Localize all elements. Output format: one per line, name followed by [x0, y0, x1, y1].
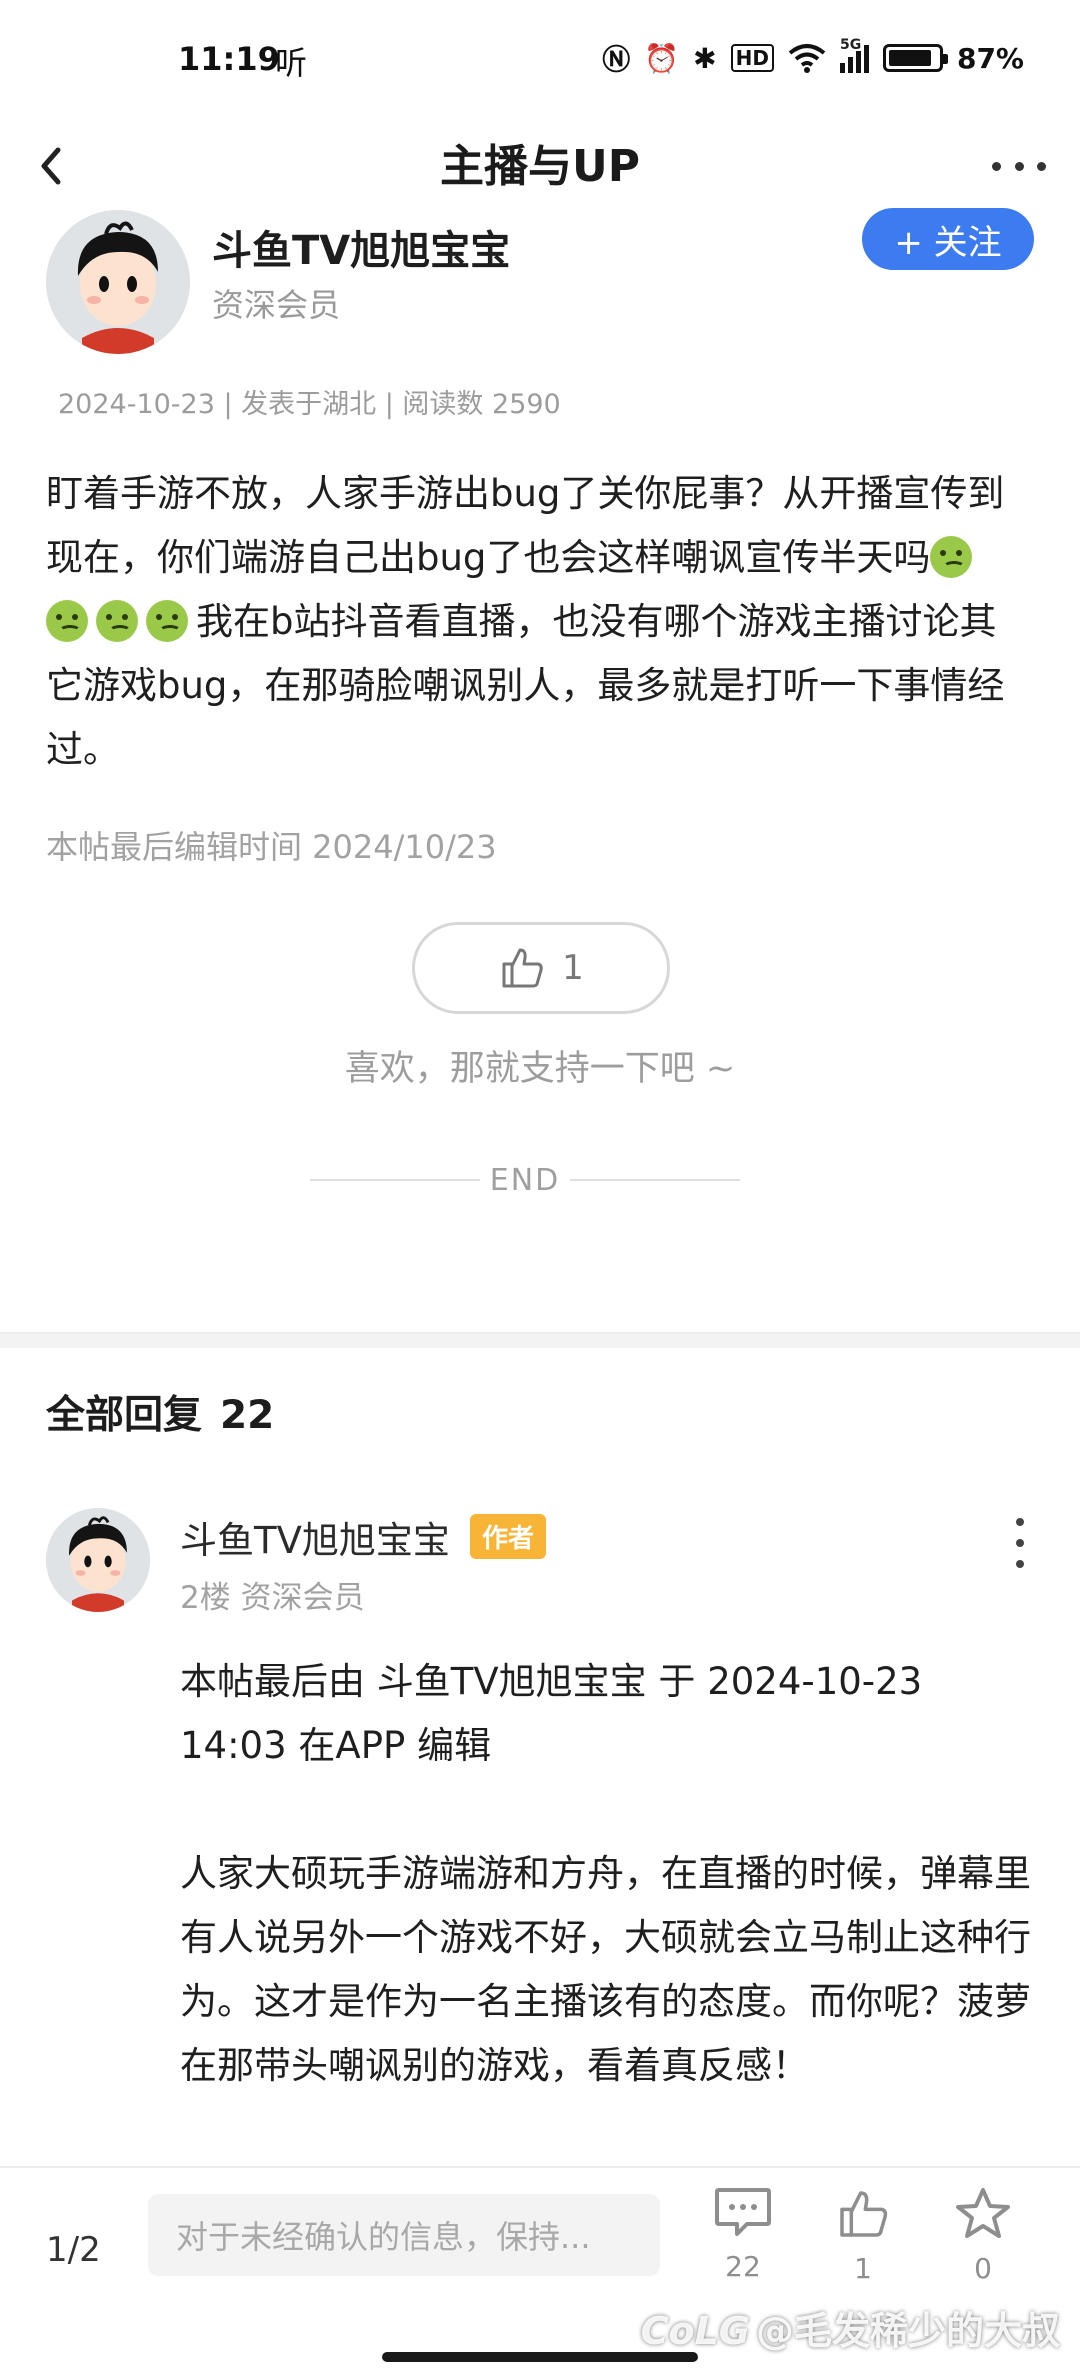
reply-input[interactable]: 对于未经确认的信息，保持...	[148, 2194, 660, 2276]
post-edit-time: 本帖最后编辑时间 2024/10/23	[46, 828, 497, 866]
wifi-icon	[788, 44, 826, 73]
sick-face-icon	[146, 600, 188, 642]
signal-icon: 5G	[839, 37, 869, 73]
dot-icon	[1016, 1560, 1024, 1568]
reply-more-button[interactable]	[1010, 1518, 1030, 1568]
divider-line	[570, 1179, 740, 1181]
like-action-count: 1	[854, 2252, 872, 2285]
cartoon-avatar-icon	[46, 1508, 150, 1612]
sick-face-icon	[930, 536, 973, 578]
battery-icon	[882, 44, 948, 72]
author-badge: 作者	[470, 1514, 547, 1559]
post-meta: 2024-10-23 | 发表于湖北 | 阅读数 2590	[58, 389, 561, 420]
author-level: 资深会员	[212, 286, 341, 324]
end-marker: END	[310, 1160, 740, 1200]
dot-icon	[1014, 161, 1024, 171]
hd-icon: HD	[730, 44, 774, 72]
battery-percent: 87%	[956, 41, 1024, 75]
reply-author-name[interactable]: 斗鱼TV旭旭宝宝	[180, 1510, 450, 1564]
thumbs-up-icon	[840, 2191, 888, 2237]
favorite-button[interactable]: 0	[943, 2186, 1023, 2285]
like-hint: 喜欢，那就支持一下吧 ~	[344, 1049, 736, 1089]
sick-face-icon	[46, 600, 88, 642]
star-icon	[956, 2188, 1010, 2238]
dot-icon	[992, 161, 1001, 171]
page-indicator[interactable]: 1/2	[46, 2230, 101, 2270]
listen-icon: 听	[275, 44, 308, 82]
post-author: 斗鱼TV旭旭宝宝 资深会员 + 关注	[0, 208, 1080, 354]
network-type: 5G	[839, 37, 862, 53]
favorite-count: 0	[974, 2252, 992, 2285]
post-text-part2: 我在b站抖音看直播，也没有哪个游戏主播讨论其它游戏bug，在那骑脸嘲讽别人，最多…	[46, 600, 1005, 771]
section-divider	[0, 1332, 1080, 1348]
comment-button[interactable]: 22	[703, 2186, 783, 2283]
more-options-button[interactable]	[984, 136, 1054, 196]
bluetooth-icon: ✱	[693, 41, 717, 75]
alarm-icon: ⏰	[644, 41, 680, 75]
like-count: 1	[562, 948, 584, 988]
page-title: 主播与UP	[440, 141, 640, 192]
battery-fill	[888, 50, 931, 66]
status-time: 11:19	[178, 40, 280, 78]
dot-icon	[1016, 1518, 1024, 1526]
post-text-part1: 盯着手游不放，人家手游出bug了关你屁事？从开播宣传到现在，你们端游自己出bug…	[46, 472, 1005, 579]
reply-body: 本帖最后由 斗鱼TV旭旭宝宝 于 2024-10-23 14:03 在APP 编…	[180, 1650, 1040, 2098]
sick-face-icon	[96, 600, 138, 642]
status-bar: 11:19 听 Ⓝ ⏰ ✱ HD 5G 87%	[0, 0, 1080, 120]
divider-line	[310, 1179, 480, 1181]
like-action-button[interactable]: 1	[823, 2186, 903, 2285]
watermark-text: @毛发稀少的大叔	[755, 2309, 1060, 2353]
thumbs-up-icon	[502, 948, 543, 988]
watermark: CoLG @毛发稀少的大叔	[641, 2300, 1060, 2355]
home-indicator[interactable]	[382, 2352, 698, 2362]
like-button[interactable]: 1	[412, 922, 670, 1014]
top-nav: 主播与UP	[0, 120, 1080, 220]
end-label: END	[489, 1162, 561, 1198]
replies-label: 全部回复	[46, 1393, 203, 1438]
post-body: 盯着手游不放，人家手游出bug了关你屁事？从开播宣传到现在，你们端游自己出bug…	[46, 462, 1016, 782]
dot-icon	[1016, 1539, 1024, 1547]
comment-icon	[715, 2188, 771, 2236]
reply-floor-level: 2楼 资深会员	[180, 1580, 365, 1616]
avatar[interactable]	[46, 210, 190, 354]
cartoon-avatar-icon	[46, 210, 190, 354]
status-icons: Ⓝ ⏰ ✱ HD 5G 87%	[602, 37, 1024, 78]
replies-count: 22	[220, 1393, 275, 1438]
avatar[interactable]	[46, 1508, 150, 1612]
follow-button[interactable]: + 关注	[862, 208, 1034, 270]
nfc-icon: Ⓝ	[602, 43, 631, 76]
reply-text: 人家大硕玩手游端游和方舟，在直播的时候，弹幕里有人说另外一个游戏不好，大硕就会立…	[180, 1852, 1031, 2087]
comment-count: 22	[725, 2250, 761, 2283]
dot-icon	[1037, 161, 1046, 171]
watermark-logo: CoLG	[640, 2309, 750, 2353]
reply-edit-note: 本帖最后由 斗鱼TV旭旭宝宝 于 2024-10-23 14:03 在APP 编…	[180, 1660, 923, 1767]
replies-header: 全部回复 22	[46, 1384, 274, 1440]
author-name[interactable]: 斗鱼TV旭旭宝宝	[212, 218, 510, 276]
